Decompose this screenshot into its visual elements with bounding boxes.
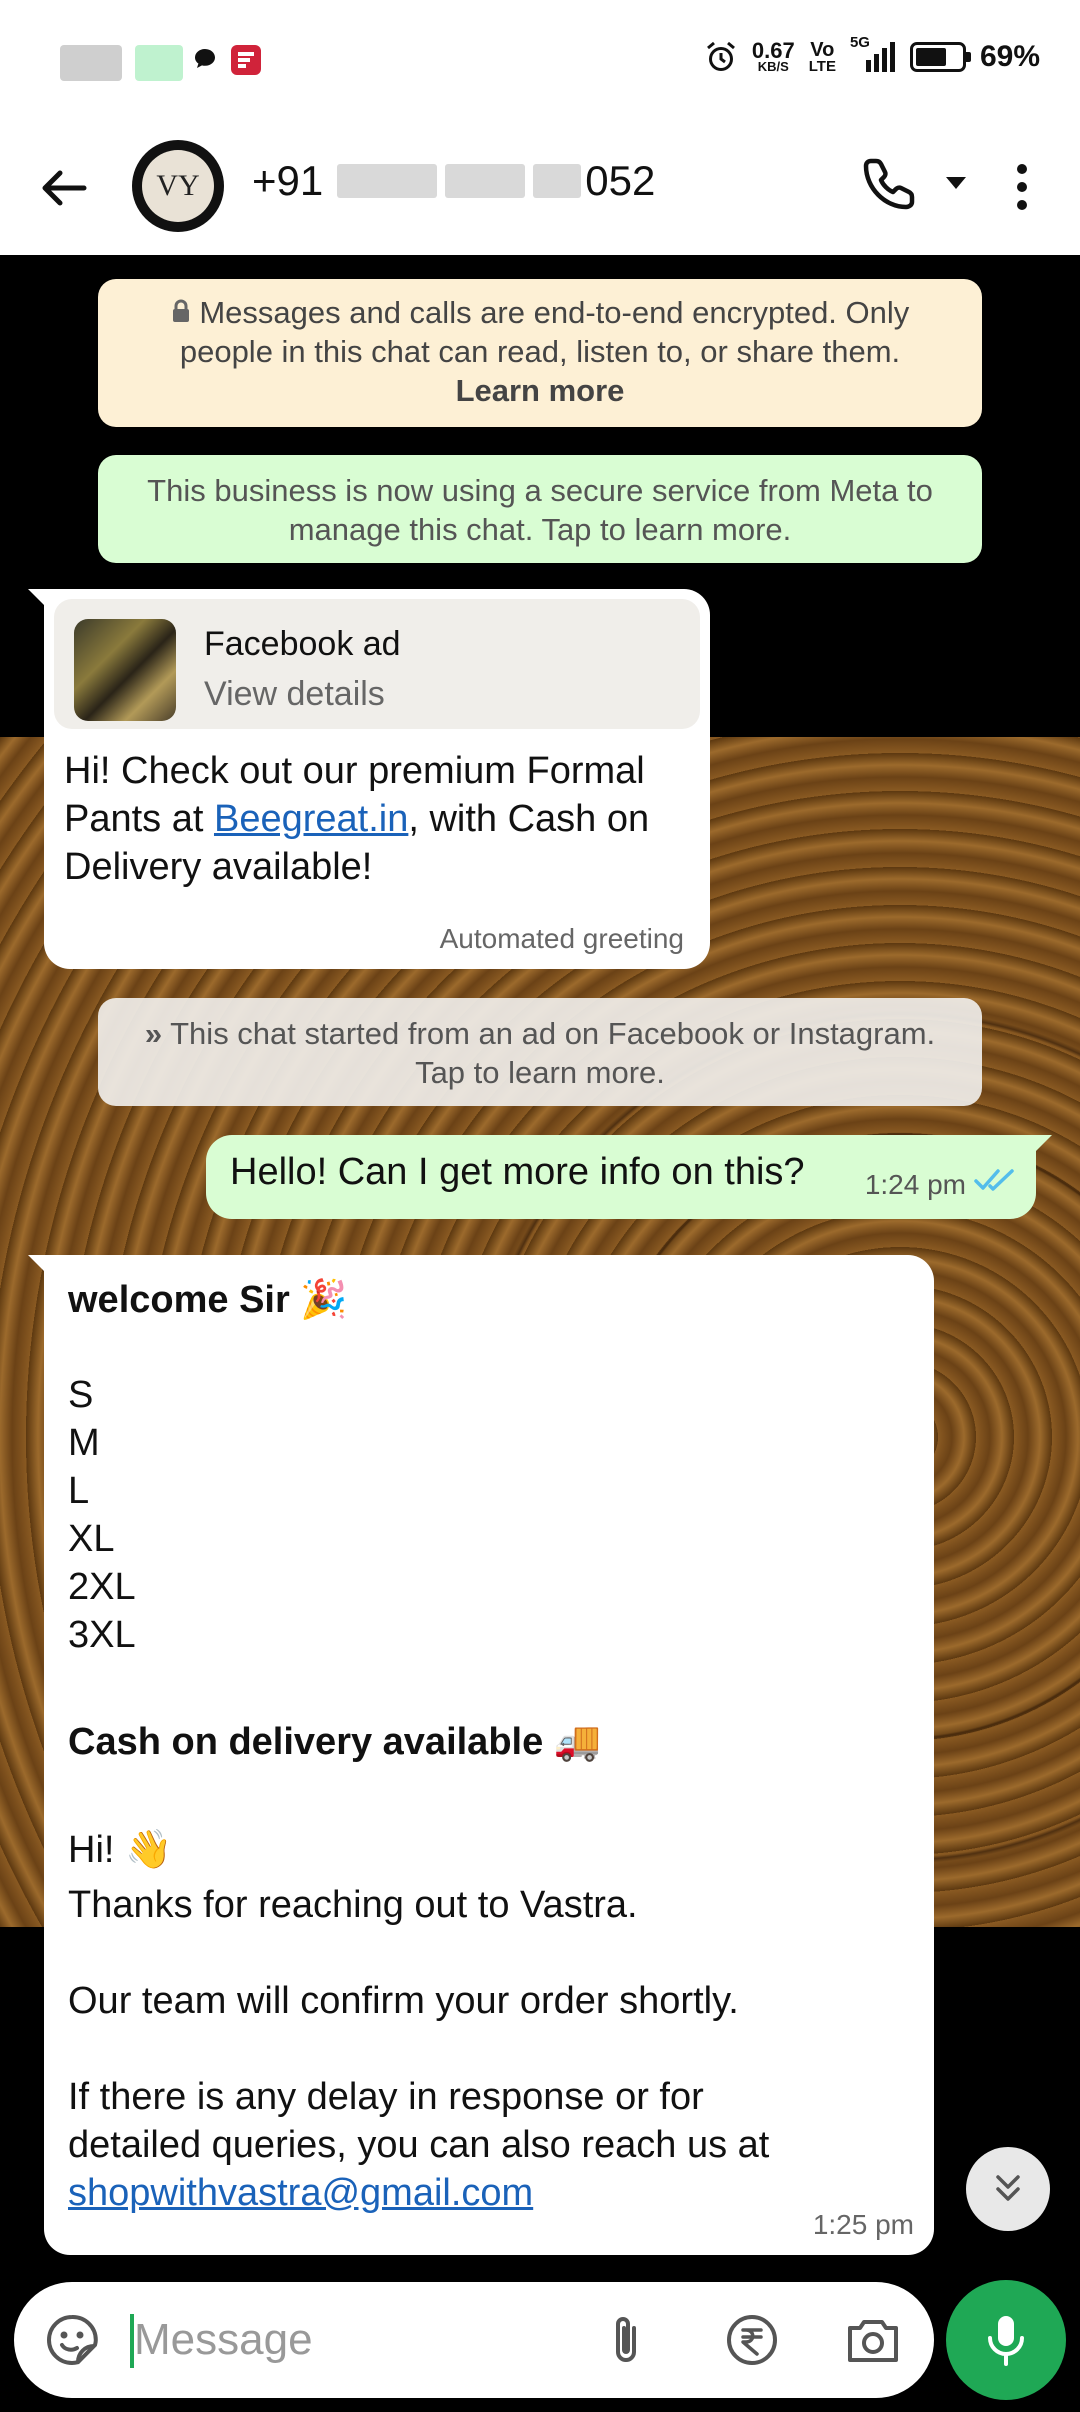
- encryption-notice-text: Messages and calls are end-to-end encryp…: [179, 295, 910, 369]
- redacted-digits: [337, 164, 438, 198]
- mic-icon: [988, 2316, 1024, 2366]
- size-option: 3XL: [68, 1614, 136, 1656]
- more-vert-icon[interactable]: [1010, 161, 1034, 213]
- sticker-icon[interactable]: [44, 2312, 100, 2368]
- greeting-line: Hi! 👋: [68, 1827, 173, 1871]
- volte-indicator: Vo LTE: [808, 38, 836, 75]
- meta-service-notice[interactable]: This business is now using a secure serv…: [98, 455, 982, 563]
- delivery-truck-icon: 🚚: [553, 1719, 602, 1763]
- learn-more-link[interactable]: Learn more: [456, 373, 625, 408]
- redacted-digits: [445, 164, 526, 198]
- notification-blurred-icon: [60, 45, 122, 81]
- phone-icon[interactable]: [862, 155, 918, 211]
- avatar-initials: VY: [142, 150, 214, 222]
- facebook-ad-card[interactable]: Facebook ad View details: [54, 599, 700, 729]
- attach-icon[interactable]: [602, 2312, 652, 2368]
- bubble-tail: [28, 589, 50, 611]
- waving-hand-icon: 👋: [125, 1827, 173, 1871]
- double-chevron-down-icon: [996, 2175, 1020, 2201]
- read-ticks-icon: [974, 1169, 1014, 1191]
- avatar[interactable]: VY: [132, 140, 224, 232]
- contact-name[interactable]: +91 052: [252, 157, 655, 205]
- size-option: L: [68, 1470, 90, 1512]
- view-details-link[interactable]: View details: [204, 675, 385, 714]
- outgoing-message-text: Hello! Can I get more info on this?: [230, 1151, 805, 1193]
- lock-icon: [171, 295, 200, 330]
- email-link[interactable]: shopwithvastra@gmail.com: [68, 2172, 533, 2214]
- message-composer[interactable]: [14, 2282, 934, 2398]
- back-arrow-icon[interactable]: [36, 161, 90, 215]
- delay-line: If there is any delay in response or for: [68, 2076, 704, 2118]
- alarm-icon: [706, 41, 735, 71]
- incoming-message-ad[interactable]: Facebook ad View details Hi! Check out o…: [28, 589, 710, 969]
- battery-icon: [909, 42, 971, 72]
- confirm-line: Our team will confirm your order shortly…: [68, 1980, 739, 2022]
- incoming-message-reply[interactable]: welcome Sir 🎉 S M L XL 2XL 3XL Cash on d…: [28, 1255, 934, 2255]
- status-bar: 0.67 KB/S Vo LTE 5G 69%: [0, 0, 1080, 125]
- redacted-digits: [533, 164, 582, 198]
- reply-text: welcome Sir 🎉 S M L XL 2XL 3XL Cash on d…: [68, 1271, 908, 2217]
- chat-bubble-icon: [192, 46, 218, 80]
- size-option: XL: [68, 1518, 115, 1560]
- mic-button[interactable]: [946, 2280, 1066, 2400]
- camera-icon[interactable]: [844, 2312, 902, 2368]
- message-input[interactable]: [134, 2308, 574, 2372]
- net-speed: 0.67 KB/S: [751, 37, 795, 74]
- signal-icon: 5G: [850, 34, 896, 74]
- beegreat-link[interactable]: Beegreat.in: [214, 798, 408, 840]
- chat-area[interactable]: Messages and calls are end-to-end encryp…: [0, 255, 1080, 2280]
- encryption-notice[interactable]: Messages and calls are end-to-end encryp…: [98, 279, 982, 427]
- message-time: 1:24 pm: [864, 1169, 966, 1200]
- scroll-to-bottom-button[interactable]: [966, 2147, 1050, 2231]
- ad-title: Facebook ad: [204, 625, 401, 663]
- flipboard-icon: [230, 44, 262, 84]
- rupee-icon[interactable]: [724, 2312, 780, 2368]
- thanks-line: Thanks for reaching out to Vastra.: [68, 1884, 638, 1926]
- double-chevron-icon: »: [144, 1016, 163, 1051]
- message-input-bar: [0, 2280, 1080, 2412]
- bubble-tail: [28, 1255, 50, 1277]
- ad-message-text: Hi! Check out our premium Formal Pants a…: [64, 750, 650, 888]
- party-popper-icon: 🎉: [300, 1277, 348, 1321]
- status-bar-right: 0.67 KB/S Vo LTE 5G 69%: [704, 34, 1040, 75]
- automated-greeting-label: Automated greeting: [439, 923, 684, 954]
- ad-origin-notice[interactable]: » This chat started from an ad on Facebo…: [98, 998, 982, 1106]
- chat-header: VY +91 052: [0, 125, 1080, 255]
- size-option: S: [68, 1374, 94, 1416]
- size-option: M: [68, 1422, 100, 1464]
- outgoing-message[interactable]: Hello! Can I get more info on this? 1:24…: [206, 1135, 1052, 1219]
- delay-line: detailed queries, you can also reach us …: [68, 2124, 770, 2166]
- bubble-tail: [1030, 1135, 1052, 1157]
- cod-heading: Cash on delivery available 🚚: [68, 1719, 602, 1763]
- message-time: 1:25 pm: [812, 2209, 914, 2240]
- battery-percent: 69%: [979, 40, 1040, 73]
- caret-down-icon[interactable]: [944, 175, 968, 191]
- reply-heading: welcome Sir 🎉: [68, 1277, 348, 1321]
- notification-blurred-icon: [135, 45, 183, 81]
- size-option: 2XL: [68, 1566, 136, 1608]
- ad-thumbnail: [74, 619, 176, 721]
